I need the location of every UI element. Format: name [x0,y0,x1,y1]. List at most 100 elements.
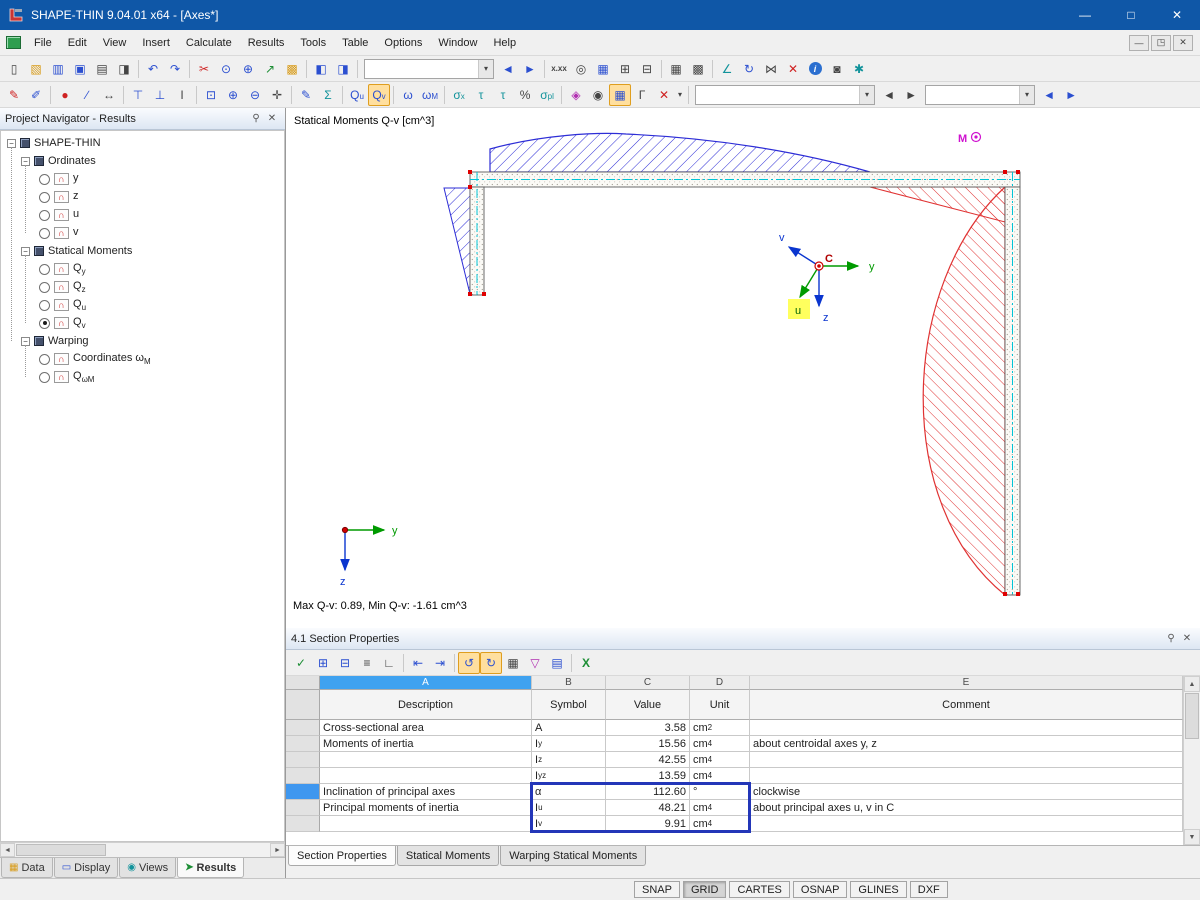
scrollbar-thumb[interactable] [16,844,106,856]
mdi-restore-button[interactable]: ◳ [1151,35,1171,51]
save-icon[interactable]: ▣ [69,58,91,80]
comment-cell[interactable]: about principal axes u, v in C [750,800,1183,816]
description-cell[interactable]: Cross-sectional area [320,720,532,736]
symbol-cell[interactable]: A [532,720,606,736]
row-selector[interactable] [286,690,320,720]
tab-statical-moments[interactable]: Statical Moments [397,846,499,866]
line-tool-icon[interactable]: ∕ [76,84,98,106]
description-cell[interactable] [320,768,532,784]
value-cell[interactable]: 48.21 [606,800,690,816]
table-row[interactable]: Iyz 13.59 cm4 [286,768,1183,784]
next-section-icon[interactable]: ► [900,84,922,106]
pin-icon[interactable]: ⚲ [248,111,264,126]
radio-u[interactable] [39,210,50,221]
tree-item-warping[interactable]: − Warping [5,332,284,350]
delete-result-dropdown-icon[interactable]: ▾ [675,84,685,106]
mirror-icon[interactable]: ⋈ [760,58,782,80]
value-cell[interactable]: 42.55 [606,752,690,768]
scroll-left-icon[interactable]: ◄ [0,843,15,857]
warping-ordinate-button[interactable]: ω [397,84,419,106]
mdi-close-button[interactable]: ✕ [1173,35,1193,51]
radio-z[interactable] [39,192,50,203]
menu-table[interactable]: Table [334,31,376,55]
calculator-icon[interactable]: ▦ [592,58,614,80]
radio-qwm[interactable] [39,372,50,383]
row-selector-active[interactable] [286,784,320,800]
value-cell[interactable]: 3.58 [606,720,690,736]
symbol-cell[interactable]: Iu [532,800,606,816]
mdi-minimize-button[interactable]: — [1129,35,1149,51]
undo-icon[interactable]: ↶ [142,58,164,80]
navigator-panel-toggle-icon[interactable]: ◧ [310,58,332,80]
tree-item-qy[interactable]: ∩ Qy [5,260,284,278]
tree-item-u[interactable]: ∩ u [5,206,284,224]
zoom-out-icon[interactable]: ⊖ [244,84,266,106]
menu-options[interactable]: Options [376,31,430,55]
comment-cell[interactable] [750,768,1183,784]
previous-section-icon[interactable]: ◄ [878,84,900,106]
radio-qu[interactable] [39,300,50,311]
tree-item-z[interactable]: ∩ z [5,188,284,206]
value-cell[interactable]: 15.56 [606,736,690,752]
gamma-icon[interactable]: Γ [631,84,653,106]
result-values-icon[interactable]: ◉ [587,84,609,106]
description-cell[interactable]: Inclination of principal axes [320,784,532,800]
view-combobox[interactable]: ▾ [364,59,494,79]
glines-toggle[interactable]: GLINES [850,881,906,898]
unit-cell[interactable]: cm2 [690,720,750,736]
scroll-up-icon[interactable]: ▲ [1184,676,1200,692]
previous-case-icon[interactable]: ◄ [1038,84,1060,106]
percent-button[interactable]: % [514,84,536,106]
dimension-icon[interactable]: ↔ [98,84,120,106]
description-cell[interactable] [320,816,532,832]
radio-coordinates-wm[interactable] [39,354,50,365]
pan-icon[interactable]: ✛ [266,84,288,106]
tree-item-ordinates[interactable]: − Ordinates [5,152,284,170]
next-view-icon[interactable]: ► [519,58,541,80]
navigator-horizontal-scrollbar[interactable]: ◄ ► [0,842,285,857]
section-combobox[interactable]: ▾ [695,85,875,105]
radio-v[interactable] [39,228,50,239]
tree-item-statical-moments[interactable]: − Statical Moments [5,242,284,260]
scroll-down-icon[interactable]: ▼ [1184,829,1200,845]
menu-edit[interactable]: Edit [60,31,95,55]
scrollbar-track[interactable] [1184,740,1200,829]
table-vertical-scrollbar[interactable]: ▲ ▼ [1183,676,1200,845]
comment-cell[interactable]: clockwise [750,784,1183,800]
load-case-combobox[interactable]: ▾ [925,85,1035,105]
radio-y[interactable] [39,174,50,185]
menu-view[interactable]: View [95,31,135,55]
symbol-cell[interactable]: Iv [532,816,606,832]
unit-cell[interactable]: cm4 [690,816,750,832]
delete-results-icon[interactable]: ✂ [193,58,215,80]
edit-pencil-icon[interactable]: ✐ [25,84,47,106]
column-right-icon[interactable]: ⇥ [429,652,451,674]
menu-file[interactable]: File [26,31,60,55]
tree-item-qz[interactable]: ∩ Qz [5,278,284,296]
excel-export-icon[interactable]: X [575,652,597,674]
unit-cell[interactable]: cm4 [690,736,750,752]
raster-icon[interactable]: ▩ [687,58,709,80]
display-properties-icon[interactable]: ✎ [295,84,317,106]
table-row[interactable]: Cross-sectional area A 3.58 cm2 [286,720,1183,736]
unit-cell[interactable]: ° [690,784,750,800]
maximize-button[interactable]: □ [1108,0,1154,30]
menu-calculate[interactable]: Calculate [178,31,240,55]
isolines-icon[interactable]: ◈ [565,84,587,106]
column-header-b[interactable]: B [532,676,606,690]
close-icon[interactable]: ✕ [1179,631,1195,646]
close-icon[interactable]: ✕ [264,111,280,126]
chevron-down-icon[interactable]: ▾ [859,86,874,104]
zoom-region-icon[interactable]: ⊙ [215,58,237,80]
comment-cell[interactable]: about centroidal axes y, z [750,736,1183,752]
menu-window[interactable]: Window [430,31,485,55]
column-header-e[interactable]: E [750,676,1183,690]
description-cell[interactable]: Moments of inertia [320,736,532,752]
comment-cell[interactable] [750,720,1183,736]
navigator-tab-display[interactable]: ▭ Display [54,858,119,878]
grid-icon[interactable]: ▦ [665,58,687,80]
comment-cell[interactable] [750,752,1183,768]
zoom-all-icon[interactable]: ⊕ [237,58,259,80]
tree-item-qwm[interactable]: ∩ QωM [5,368,284,386]
delete-icon[interactable]: ✕ [782,58,804,80]
